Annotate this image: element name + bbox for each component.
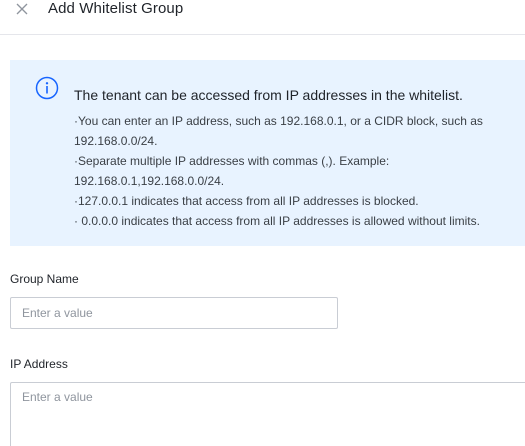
close-icon: [16, 3, 28, 15]
dialog-header: Add Whitelist Group: [0, 0, 525, 35]
info-line: ·Separate multiple IP addresses with com…: [74, 154, 390, 168]
dialog-title: Add Whitelist Group: [48, 0, 184, 17]
add-whitelist-group-dialog: Add Whitelist Group The tenant can be ac…: [0, 0, 525, 446]
group-name-label: Group Name: [10, 272, 79, 286]
ip-address-label: IP Address: [10, 357, 68, 371]
info-icon: [35, 76, 59, 100]
info-line: 192.168.0.1,192.168.0.0/24.: [74, 174, 225, 188]
info-line: ·127.0.0.1 indicates that access from al…: [74, 194, 419, 208]
info-line: ·You can enter an IP address, such as 19…: [74, 114, 483, 128]
info-heading: The tenant can be accessed from IP addre…: [74, 87, 463, 103]
close-button[interactable]: [14, 1, 30, 17]
info-alert: The tenant can be accessed from IP addre…: [10, 60, 525, 246]
info-line: 192.168.0.0/24.: [74, 134, 158, 148]
info-description: ·You can enter an IP address, such as 19…: [74, 111, 519, 231]
ip-address-textarea[interactable]: [10, 382, 525, 446]
group-name-input[interactable]: [10, 297, 338, 329]
info-line: · 0.0.0.0 indicates that access from all…: [74, 214, 480, 228]
